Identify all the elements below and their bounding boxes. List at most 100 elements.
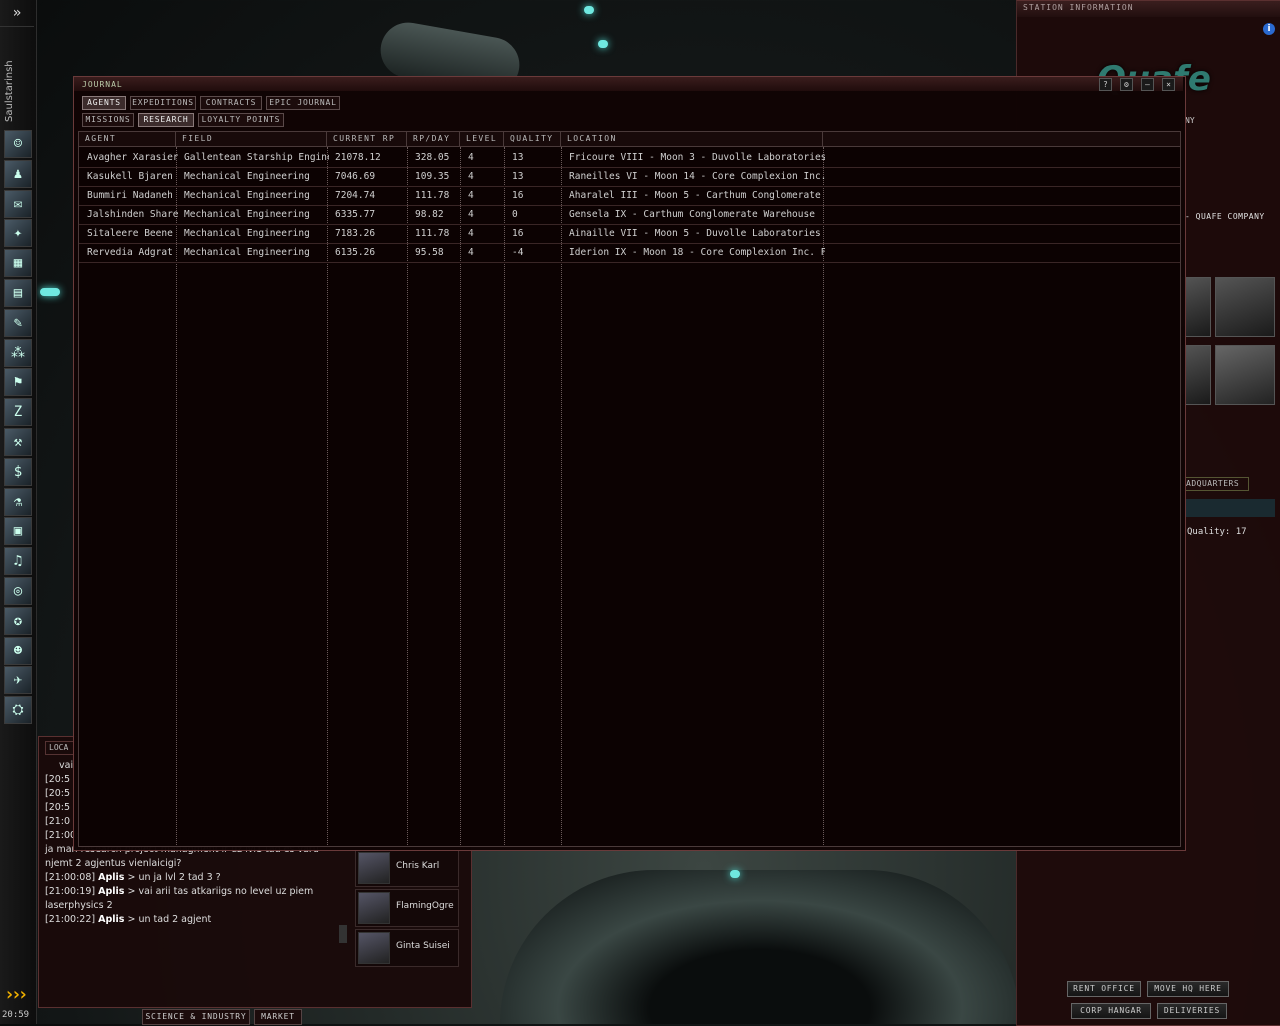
contracts-icon[interactable]: ✎ [4,308,32,337]
agent-portrait[interactable] [1215,277,1275,337]
member-entry[interactable]: Chris Karl [355,849,459,887]
table-cell-location: Iderion IX - Moon 18 - Core Complexion I… [569,247,825,258]
tab-headquarters[interactable]: ADQUARTERS [1183,477,1249,491]
tab-missions[interactable]: MISSIONS [82,113,134,127]
minimize-icon[interactable]: – [1140,78,1154,91]
chat-message: [21:00:19] Aplis > vai arii tas atkariig… [45,885,335,913]
chat-timestamp: [21:00:19] [45,886,96,897]
table-cell-agent: Sitaleere Beene [87,228,173,239]
table-cell-field: Gallentean Starship Engineering [184,152,329,163]
table-cell-rp-day: 95.58 [415,247,444,258]
column-header-quality[interactable]: QUALITY [504,132,561,146]
chat-timestamp: [20:5 [45,802,71,813]
chat-timestamp: [21:00:08] [45,872,96,883]
chat-message: [21:00:08] Aplis > un ja lvl 2 tad 3 ? [45,871,335,885]
tab-research[interactable]: RESEARCH [138,113,194,127]
move-hq-button[interactable]: MOVE HQ HERE [1147,981,1229,997]
rent-office-button[interactable]: RENT OFFICE [1067,981,1141,997]
journal-title: JOURNAL [82,80,123,89]
table-cell-rp-day: 98.82 [415,209,444,220]
browser-icon[interactable]: ◎ [4,577,32,605]
table-cell-agent: Kasukell Bjaren [87,171,173,182]
expand-neocom-button[interactable]: » [0,0,34,27]
items-hangar-icon[interactable]: ⛭ [4,696,32,725]
table-cell-quality: -4 [512,247,524,258]
column-header-rp-day[interactable]: RP/DAY [407,132,460,146]
ship-hangar-icon[interactable]: ✈ [4,666,32,695]
help-icon[interactable]: ♫ [4,547,32,576]
neocom-sidebar: » Saulstarinsh ☺ ♟ ✉ ✦ ▦ ▤ ✎ ⁂ ⚑ Z ⚒ $ ⚗ ▣ ♫ ◎ ✪ ☻ ✈ ⛭ ››› … [0,0,37,1024]
journal-icon[interactable]: Z [4,398,32,427]
character-sheet-icon[interactable]: ☺ [4,130,32,158]
table-cell-current-rp: 7204.74 [335,190,376,201]
corporation-icon[interactable]: ⚑ [4,368,32,397]
assets-icon[interactable]: ▦ [4,249,32,278]
tab-science-industry[interactable]: SCIENCE & INDUSTRY [142,1009,250,1025]
member-name: Ginta Suisei [396,941,450,951]
chat-timestamp: [21:0 [45,816,71,827]
table-cell-field: Mechanical Engineering [184,171,310,182]
table-row[interactable]: Bummiri Nadaneh Mechanical Engineering 720… [79,186,1180,206]
market-icon[interactable]: ▤ [4,279,32,307]
member-entry[interactable]: FlamingOgre [355,889,459,927]
fitting-icon[interactable]: ⚒ [4,428,32,456]
table-cell-field: Mechanical Engineering [184,190,310,201]
selected-row[interactable] [1183,499,1275,517]
tab-agents[interactable]: AGENTS [82,96,126,110]
table-row[interactable]: Sitaleere Beene Mechanical Engineering 718… [79,224,1180,244]
tab-epic-journal[interactable]: EPIC JOURNAL [266,96,340,110]
table-row[interactable]: Jalshinden Sharemi Mechanical Engineering… [79,205,1180,225]
info-icon[interactable]: i [1263,23,1275,35]
column-header-field[interactable]: FIELD [176,132,327,146]
star-map-icon[interactable]: ⁂ [4,338,32,367]
science-industry-icon[interactable]: ⚗ [4,487,32,516]
close-icon[interactable]: × [1162,78,1175,91]
notepad-icon[interactable]: ▣ [4,517,32,546]
chat-sender[interactable]: Aplis [98,872,124,883]
evemail-icon[interactable]: ✉ [4,189,32,218]
corp-hangar-button[interactable]: CORP HANGAR [1071,1003,1151,1019]
column-header-current-rp[interactable]: CURRENT RP [327,132,407,146]
map-icon[interactable]: ✦ [4,219,32,248]
table-cell-field: Mechanical Engineering [184,228,310,239]
table-cell-quality: 0 [512,209,518,220]
wallet-icon[interactable]: $ [4,457,32,486]
chat-scrollbar[interactable] [339,925,347,943]
journal-window: JOURNAL ? ⚙ – × AGENTS EXPEDITIONS CONTR… [73,76,1186,851]
table-cell-rp-day: 111.78 [415,228,450,239]
deliveries-button[interactable]: DELIVERIES [1157,1003,1227,1019]
chat-sender[interactable]: Aplis [98,914,124,925]
recycle-service-icon[interactable] [1215,345,1275,405]
table-row[interactable]: Rervedia Adgrat Mechanical Engineering 613… [79,243,1180,263]
column-header-agent[interactable]: AGENT [79,132,176,146]
table-cell-field: Mechanical Engineering [184,209,310,220]
tab-market[interactable]: MARKET [254,1009,302,1025]
start-arrows-icon[interactable]: ››› [4,984,28,1005]
tab-contracts[interactable]: CONTRACTS [200,96,262,110]
chat-sender[interactable]: Aplis [98,886,124,897]
settings-icon[interactable]: ⚙ [1119,78,1133,91]
table-cell-current-rp: 6335.77 [335,209,376,220]
table-cell-agent: Avagher Xarasier [87,152,178,163]
member-name: Chris Karl [396,861,440,871]
table-row[interactable]: Kasukell Bjaren Mechanical Engineering 704… [79,167,1180,187]
tab-loyalty-points[interactable]: LOYALTY POINTS [198,113,284,127]
journal-title-bar[interactable]: JOURNAL ? ⚙ – × [74,77,1183,91]
member-entry[interactable]: Ginta Suisei [355,929,459,967]
table-cell-current-rp: 6135.26 [335,247,376,258]
table-cell-level: 4 [468,228,474,239]
clock: 20:59 [2,1010,30,1020]
people-and-places-icon[interactable]: ♟ [4,159,32,188]
character-name[interactable]: Saulstarinsh [4,30,22,122]
table-cell-location: Gensela IX - Carthum Conglomerate Wareho… [569,209,815,220]
table-cell-quality: 16 [512,190,524,201]
column-header-location[interactable]: LOCATION [561,132,823,146]
help-icon[interactable]: ? [1098,78,1112,91]
tab-expeditions[interactable]: EXPEDITIONS [130,96,196,110]
certificates-icon[interactable]: ✪ [4,606,32,635]
avatar [358,892,390,924]
column-header-level[interactable]: LEVEL [460,132,504,146]
table-row[interactable]: Avagher Xarasier Gallentean Starship Engi… [79,148,1180,168]
channels-icon[interactable]: ☻ [4,636,32,665]
table-cell-level: 4 [468,247,474,258]
